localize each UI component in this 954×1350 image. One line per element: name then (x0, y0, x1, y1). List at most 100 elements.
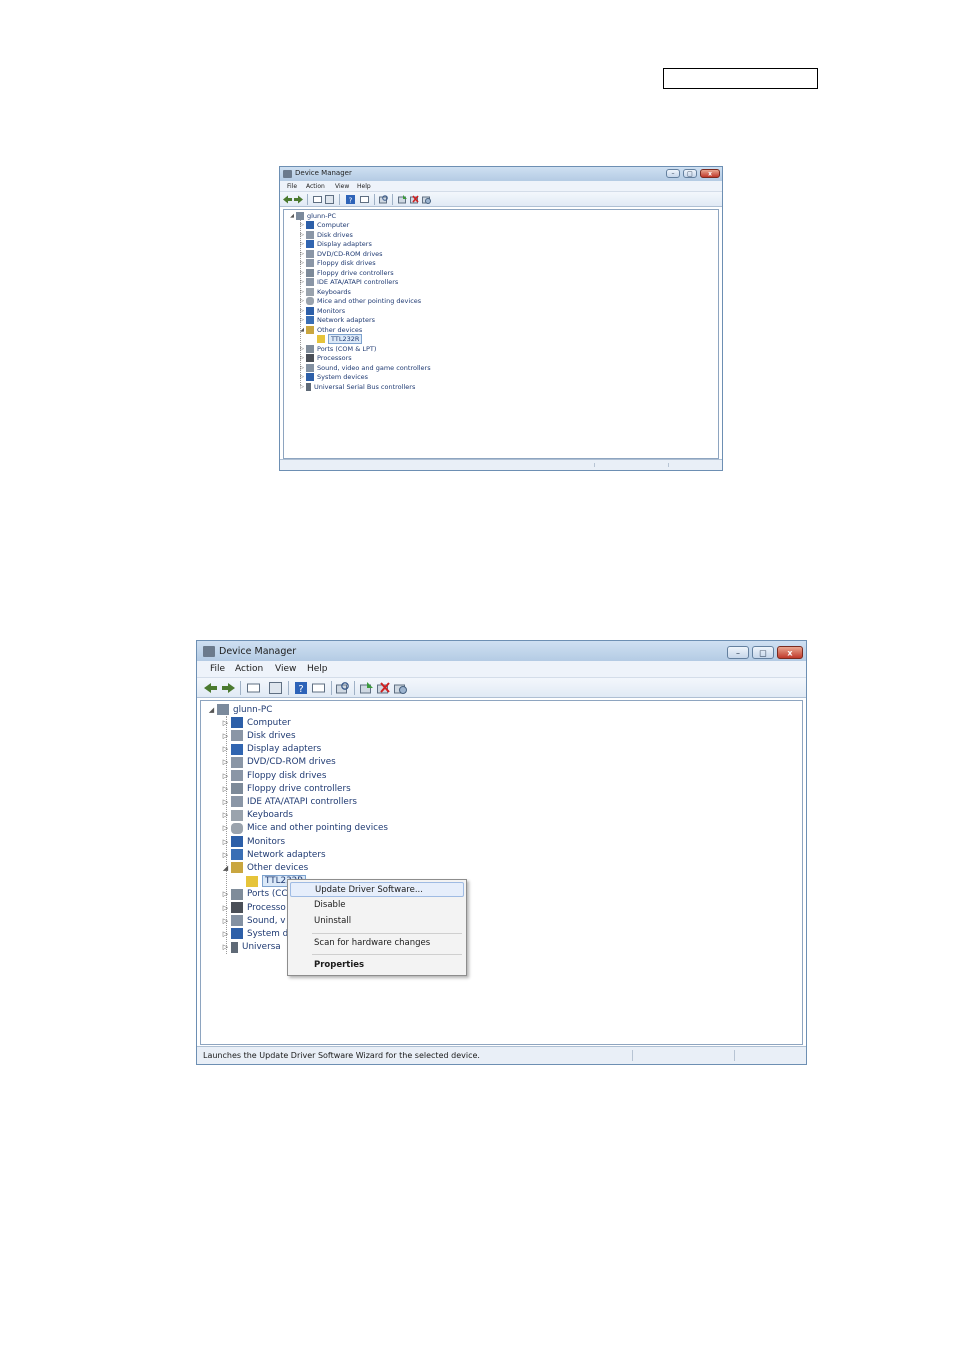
expand-arrow-icon[interactable]: ▷ (220, 890, 231, 898)
minimize-button[interactable]: – (727, 646, 749, 659)
menu-uninstall[interactable]: Uninstall (290, 914, 464, 929)
menu-file[interactable]: File (287, 183, 297, 190)
expand-arrow-icon[interactable]: ▷ (298, 317, 306, 323)
menu-help[interactable]: Help (307, 664, 328, 674)
disable-device-icon[interactable] (422, 195, 431, 204)
tree-item-floppy-disk-drives[interactable]: ▷ Floppy disk drives (298, 259, 376, 268)
tree-item-mice[interactable]: ▷ Mice and other pointing devices (298, 297, 421, 306)
expand-arrow-icon[interactable]: ▷ (298, 251, 306, 257)
forward-arrow-icon[interactable] (222, 682, 235, 694)
tree-item-display-adapters[interactable]: ▷ Display adapters (298, 240, 372, 249)
tree-item-dvd-cd-rom-drives[interactable]: ▷ DVD/CD-ROM drives (220, 756, 336, 769)
expand-arrow-icon[interactable]: ▷ (298, 308, 306, 314)
update-driver-icon[interactable] (398, 195, 407, 204)
menu-view[interactable]: View (275, 664, 296, 674)
tree-item-sound[interactable]: ▷ Sound, v (220, 914, 286, 927)
expand-arrow-icon[interactable]: ▷ (298, 241, 306, 247)
tree-item-network-adapters[interactable]: ▷ Network adapters (220, 848, 326, 861)
expand-arrow-icon[interactable]: ▷ (220, 811, 231, 819)
collapse-arrow-icon[interactable]: ◢ (298, 327, 306, 333)
tree-item-dvd-cd-rom-drives[interactable]: ▷ DVD/CD-ROM drives (298, 249, 383, 258)
tree-item-ttl232r[interactable]: TTL232R (317, 334, 363, 344)
uninstall-icon[interactable] (377, 682, 390, 694)
minimize-button[interactable]: – (666, 169, 680, 178)
menu-disable[interactable]: Disable (290, 898, 464, 913)
expand-arrow-icon[interactable]: ▷ (220, 851, 231, 859)
expand-arrow-icon[interactable]: ▷ (298, 260, 306, 266)
tree-item-disk-drives[interactable]: ▷ Disk drives (298, 230, 353, 239)
disable-device-icon[interactable] (394, 682, 407, 694)
expand-arrow-icon[interactable]: ▷ (220, 943, 231, 951)
update-driver-icon[interactable] (360, 682, 373, 694)
properties-icon[interactable] (247, 682, 260, 694)
help-icon[interactable]: ? (346, 195, 355, 204)
scan-hardware-icon[interactable] (379, 195, 388, 204)
tree-item-ports[interactable]: ▷ Ports (CC (220, 888, 288, 901)
back-arrow-icon[interactable] (283, 195, 292, 204)
tree-item-monitors[interactable]: ▷ Monitors (298, 306, 345, 315)
expand-arrow-icon[interactable]: ▷ (220, 785, 231, 793)
close-button[interactable]: x (777, 646, 803, 659)
expand-arrow-icon[interactable]: ▷ (220, 745, 231, 753)
tree-item-monitors[interactable]: ▷ Monitors (220, 835, 285, 848)
tree-item-usb-controllers[interactable]: ▷ Universal Serial Bus controllers (298, 382, 415, 391)
tree-item-display-adapters[interactable]: ▷ Display adapters (220, 743, 321, 756)
maximize-button[interactable]: □ (683, 169, 697, 178)
tree-item-sound[interactable]: ▷ Sound, video and game controllers (298, 363, 431, 372)
tree-item-network-adapters[interactable]: ▷ Network adapters (298, 316, 375, 325)
menu-scan-for-hardware-changes[interactable]: Scan for hardware changes (290, 936, 464, 951)
tree-item-floppy-disk-drives[interactable]: ▷ Floppy disk drives (220, 769, 326, 782)
expand-arrow-icon[interactable]: ▷ (298, 289, 306, 295)
expand-arrow-icon[interactable]: ▷ (220, 719, 231, 727)
show-hide-console-tree-icon[interactable] (269, 682, 282, 694)
tree-item-disk-drives[interactable]: ▷ Disk drives (220, 729, 296, 742)
tree-item-processors[interactable]: ▷ Processo (220, 901, 286, 914)
maximize-button[interactable]: □ (752, 646, 774, 659)
tree-root[interactable]: ◢ glunn-PC (288, 211, 336, 220)
expand-arrow-icon[interactable]: ▷ (298, 355, 306, 361)
expand-arrow-icon[interactable]: ▷ (220, 838, 231, 846)
menu-action[interactable]: Action (306, 183, 325, 190)
expand-arrow-icon[interactable]: ▷ (220, 732, 231, 740)
expand-arrow-icon[interactable]: ▷ (298, 298, 306, 304)
expand-arrow-icon[interactable]: ▷ (298, 279, 306, 285)
expand-arrow-icon[interactable]: ▷ (220, 917, 231, 925)
tree-item-computer[interactable]: ▷ Computer (220, 716, 291, 729)
tree-item-system-devices[interactable]: ▷ System d (220, 927, 288, 940)
tree-item-ide-ata-atapi-controllers[interactable]: ▷ IDE ATA/ATAPI controllers (298, 278, 398, 287)
tree-item-other-devices[interactable]: ◢ Other devices (220, 861, 308, 874)
menu-update-driver-software[interactable]: Update Driver Software... (290, 882, 464, 897)
expand-arrow-icon[interactable]: ▷ (298, 270, 306, 276)
expand-arrow-icon[interactable]: ▷ (298, 365, 306, 371)
properties-icon[interactable] (313, 195, 322, 204)
tree-item-other-devices[interactable]: ◢ Other devices (298, 325, 362, 334)
collapse-arrow-icon[interactable]: ◢ (220, 864, 231, 872)
tree-root[interactable]: ◢ glunn-PC (206, 703, 272, 716)
menu-file[interactable]: File (210, 664, 225, 674)
tree-item-keyboards[interactable]: ▷ Keyboards (298, 287, 351, 296)
tree-item-mice[interactable]: ▷ Mice and other pointing devices (220, 822, 388, 835)
expand-arrow-icon[interactable]: ▷ (298, 222, 306, 228)
tree-item-floppy-drive-controllers[interactable]: ▷ Floppy drive controllers (220, 782, 351, 795)
collapse-arrow-icon[interactable]: ◢ (288, 213, 296, 219)
tree-item-system-devices[interactable]: ▷ System devices (298, 373, 368, 382)
collapse-arrow-icon[interactable]: ◢ (206, 706, 217, 714)
expand-arrow-icon[interactable]: ▷ (220, 798, 231, 806)
close-button[interactable]: x (700, 169, 720, 178)
tree-item-ide-ata-atapi-controllers[interactable]: ▷ IDE ATA/ATAPI controllers (220, 795, 357, 808)
expand-arrow-icon[interactable]: ▷ (220, 930, 231, 938)
expand-arrow-icon[interactable]: ▷ (220, 772, 231, 780)
back-arrow-icon[interactable] (204, 682, 217, 694)
expand-arrow-icon[interactable]: ▷ (220, 904, 231, 912)
tree-item-ports[interactable]: ▷ Ports (COM & LPT) (298, 344, 376, 353)
expand-arrow-icon[interactable]: ▷ (220, 758, 231, 766)
scan-hardware-icon[interactable] (336, 682, 349, 694)
show-hide-console-tree-icon[interactable] (325, 195, 334, 204)
tree-item-keyboards[interactable]: ▷ Keyboards (220, 809, 293, 822)
uninstall-icon[interactable] (410, 195, 419, 204)
tree-item-floppy-drive-controllers[interactable]: ▷ Floppy drive controllers (298, 268, 394, 277)
show-action-pane-icon[interactable] (312, 682, 325, 694)
tree-item-usb-controllers[interactable]: ▷ Universa (220, 941, 281, 954)
menu-view[interactable]: View (335, 183, 349, 190)
tree-item-computer[interactable]: ▷ Computer (298, 221, 349, 230)
